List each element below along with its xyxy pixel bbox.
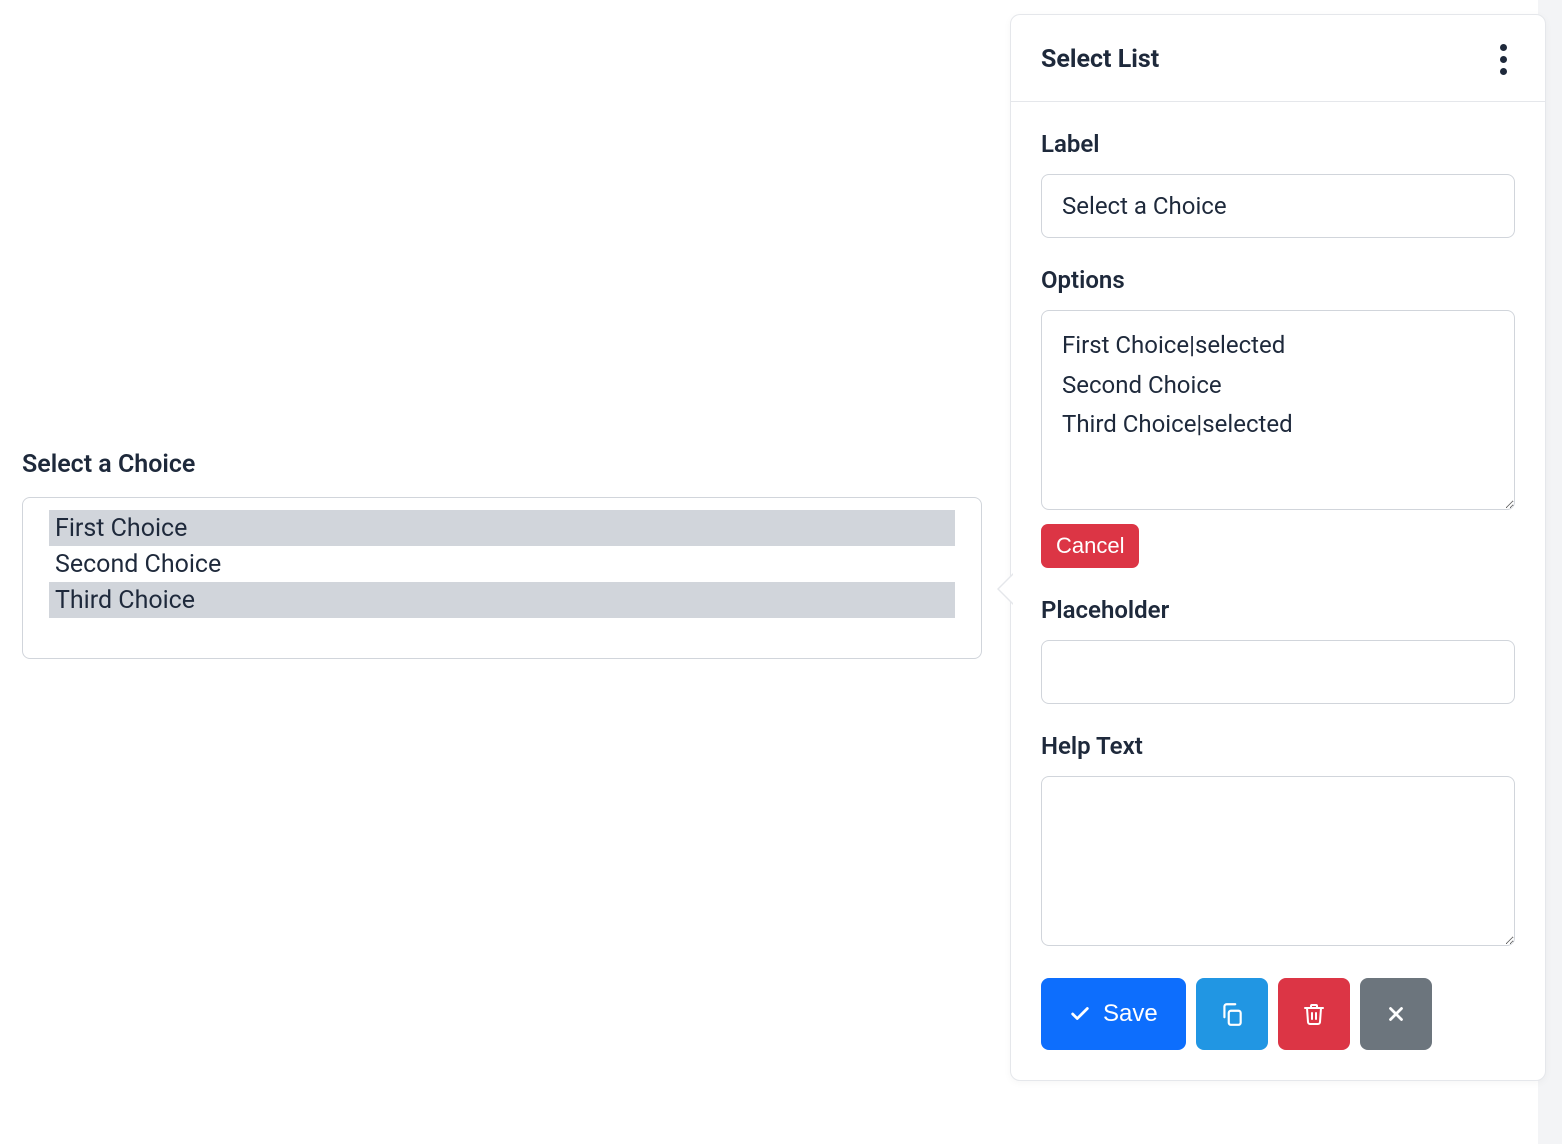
save-button[interactable]: Save [1041,978,1186,1050]
panel-header: Select List [1011,15,1545,102]
copy-button[interactable] [1196,978,1268,1050]
placeholder-field-group: Placeholder [1041,596,1515,704]
label-field-group: Label [1041,130,1515,238]
placeholder-input[interactable] [1041,640,1515,704]
helptext-field-group: Help Text [1041,732,1515,950]
helptext-field-title: Help Text [1041,732,1515,760]
options-textarea[interactable] [1041,310,1515,510]
trash-icon [1302,1001,1326,1027]
action-button-row: Save [1041,978,1515,1050]
check-icon [1069,1003,1091,1025]
select-option[interactable]: Second Choice [49,546,955,582]
label-input[interactable] [1041,174,1515,238]
panel-title: Select List [1041,45,1159,74]
select-option[interactable]: First Choice [49,510,955,546]
placeholder-field-title: Placeholder [1041,596,1515,624]
select-option[interactable]: Third Choice [49,582,955,618]
close-icon [1385,1003,1407,1025]
preview-label: Select a Choice [22,450,982,479]
panel-arrow [997,573,1013,605]
label-field-title: Label [1041,130,1515,158]
config-panel: Select List Label Options Cancel Placeho… [1010,14,1546,1081]
save-button-label: Save [1103,1000,1158,1028]
copy-icon [1219,1001,1245,1027]
preview-area: Select a Choice First Choice Second Choi… [22,450,982,659]
options-field-group: Options Cancel [1041,266,1515,568]
options-field-title: Options [1041,266,1515,294]
more-options-icon[interactable] [1491,43,1515,75]
cancel-button[interactable]: Cancel [1041,524,1139,568]
helptext-textarea[interactable] [1041,776,1515,946]
panel-body: Label Options Cancel Placeholder Help Te… [1011,102,1545,1080]
select-list-preview[interactable]: First Choice Second Choice Third Choice [22,497,982,659]
delete-button[interactable] [1278,978,1350,1050]
close-button[interactable] [1360,978,1432,1050]
